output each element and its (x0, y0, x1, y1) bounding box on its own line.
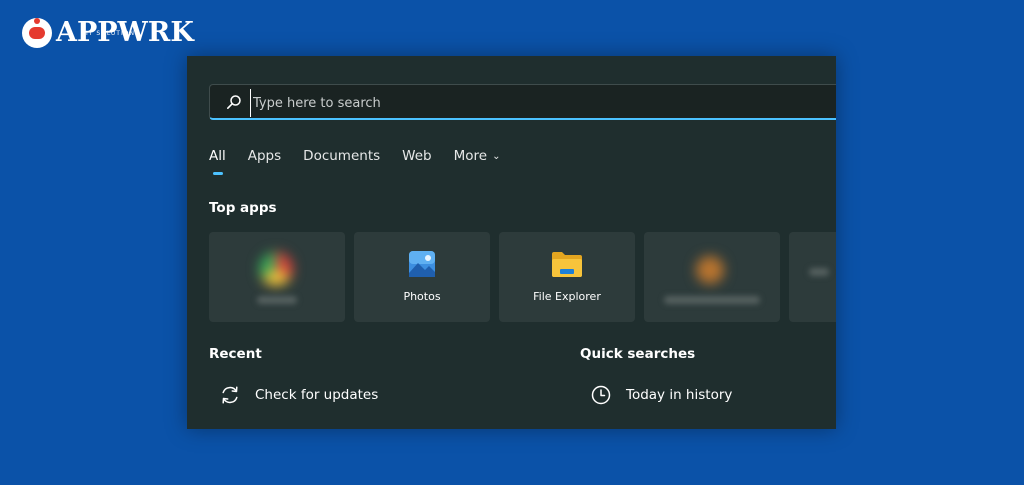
top-apps-list: Photos File Explorer (209, 232, 836, 322)
app-tile-blurred[interactable] (644, 232, 780, 322)
chevron-down-icon: ⌄ (492, 151, 501, 162)
photos-icon (409, 251, 435, 277)
app-label: File Explorer (533, 290, 601, 303)
top-apps-title: Top apps (209, 200, 277, 216)
app-icon-blurred (809, 268, 829, 276)
app-tile-blurred-chrome[interactable] (209, 232, 345, 322)
chrome-icon (259, 252, 293, 286)
app-label-blurred (664, 296, 760, 304)
recent-item-label: Check for updates (255, 387, 379, 403)
app-label-blurred (257, 296, 297, 304)
tab-documents[interactable]: Documents (303, 148, 380, 164)
tab-more-label: More (453, 148, 488, 164)
refresh-icon (222, 386, 238, 404)
app-tile-blurred[interactable] (789, 232, 836, 322)
quick-searches-title: Quick searches (580, 346, 696, 362)
filter-tabs: All Apps Documents Web More ⌄ (209, 148, 522, 175)
clock-icon (591, 385, 611, 405)
app-icon-blurred (696, 256, 724, 284)
folder-icon (552, 252, 582, 277)
search-input[interactable] (250, 89, 815, 117)
tab-apps[interactable]: Apps (248, 148, 281, 164)
brand-tagline: IT SOLUTIONS (86, 30, 140, 37)
quick-search-label: Today in history (626, 387, 733, 403)
search-box[interactable] (209, 84, 836, 120)
quick-search-today-in-history[interactable]: Today in history (590, 384, 732, 406)
search-icon (226, 95, 241, 109)
tab-all[interactable]: All (209, 148, 226, 175)
start-search-panel: All Apps Documents Web More ⌄ Top apps Ph… (187, 56, 836, 429)
logo-icon (22, 18, 52, 48)
recent-title: Recent (209, 346, 262, 362)
app-tile-photos[interactable]: Photos (354, 232, 490, 322)
tab-more[interactable]: More ⌄ (454, 148, 501, 164)
app-label: Photos (403, 290, 441, 303)
tab-web[interactable]: Web (402, 148, 431, 164)
app-tile-file-explorer[interactable]: File Explorer (499, 232, 635, 322)
recent-item-check-for-updates[interactable]: Check for updates (219, 384, 378, 406)
